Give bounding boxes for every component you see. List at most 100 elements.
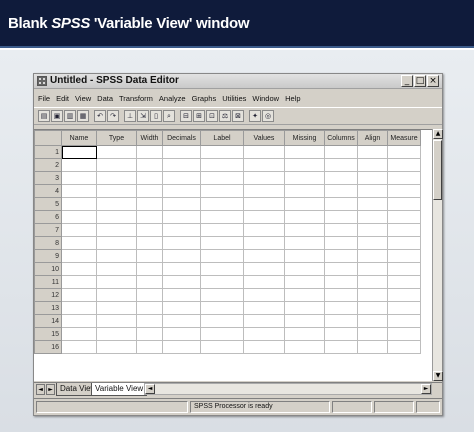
grid-cell[interactable] bbox=[200, 288, 244, 302]
grid-cell[interactable] bbox=[324, 340, 358, 354]
grid-cell[interactable] bbox=[61, 223, 97, 237]
grid-cell[interactable] bbox=[162, 184, 201, 198]
variables-icon[interactable]: ▯ bbox=[150, 110, 162, 122]
grid-cell[interactable] bbox=[61, 314, 97, 328]
grid-cell[interactable] bbox=[61, 236, 97, 250]
grid-cell[interactable] bbox=[162, 314, 201, 328]
column-header-columns[interactable]: Columns bbox=[324, 130, 358, 146]
grid-cell[interactable] bbox=[243, 210, 285, 224]
row-number[interactable]: 12 bbox=[34, 288, 62, 302]
grid-cell[interactable] bbox=[96, 249, 137, 263]
grid-cell[interactable] bbox=[136, 327, 163, 341]
grid-cell[interactable] bbox=[357, 171, 388, 185]
row-number[interactable]: 14 bbox=[34, 314, 62, 328]
insert-case-icon[interactable]: ⊟ bbox=[180, 110, 192, 122]
vertical-scroll-thumb[interactable] bbox=[433, 140, 442, 200]
menu-data[interactable]: Data bbox=[97, 94, 113, 103]
grid-cell[interactable] bbox=[136, 288, 163, 302]
grid-cell[interactable] bbox=[324, 223, 358, 237]
grid-cell[interactable] bbox=[284, 210, 325, 224]
row-number[interactable]: 8 bbox=[34, 236, 62, 250]
column-header-label[interactable]: Label bbox=[200, 130, 244, 146]
grid-cell[interactable] bbox=[284, 327, 325, 341]
grid-cell[interactable] bbox=[243, 327, 285, 341]
insert-variable-icon[interactable]: ⊞ bbox=[193, 110, 205, 122]
tab-prev-icon[interactable]: ◄ bbox=[36, 384, 45, 395]
grid-cell[interactable] bbox=[243, 184, 285, 198]
grid-cell[interactable] bbox=[243, 171, 285, 185]
grid-cell[interactable] bbox=[200, 171, 244, 185]
undo-icon[interactable]: ↶ bbox=[94, 110, 106, 122]
grid-cell[interactable] bbox=[357, 288, 388, 302]
grid-cell[interactable] bbox=[96, 145, 137, 159]
grid-cell[interactable] bbox=[284, 301, 325, 315]
grid-cell[interactable] bbox=[243, 314, 285, 328]
grid-cell[interactable] bbox=[324, 327, 358, 341]
goto-chart-icon[interactable]: ⊥ bbox=[124, 110, 136, 122]
grid-cell[interactable] bbox=[162, 301, 201, 315]
grid-cell[interactable] bbox=[357, 275, 388, 289]
grid-cell[interactable] bbox=[324, 197, 358, 211]
grid-cell[interactable] bbox=[96, 210, 137, 224]
grid-cell[interactable] bbox=[96, 236, 137, 250]
grid-cell[interactable] bbox=[61, 158, 97, 172]
column-header-align[interactable]: Align bbox=[357, 130, 388, 146]
grid-cell[interactable] bbox=[243, 288, 285, 302]
grid-cell[interactable] bbox=[357, 314, 388, 328]
grid-cell[interactable] bbox=[357, 184, 388, 198]
grid-cell[interactable] bbox=[324, 262, 358, 276]
grid-cell[interactable] bbox=[96, 314, 137, 328]
row-number[interactable]: 10 bbox=[34, 262, 62, 276]
grid-cell[interactable] bbox=[162, 236, 201, 250]
grid-cell[interactable] bbox=[136, 223, 163, 237]
grid-cell[interactable] bbox=[387, 314, 421, 328]
grid-cell[interactable] bbox=[162, 340, 201, 354]
grid-cell[interactable] bbox=[324, 314, 358, 328]
grid-cell[interactable] bbox=[324, 171, 358, 185]
goto-case-icon[interactable]: ⇲ bbox=[137, 110, 149, 122]
column-header-name[interactable]: Name bbox=[61, 130, 97, 146]
grid-cell[interactable] bbox=[387, 158, 421, 172]
grid-cell[interactable] bbox=[387, 301, 421, 315]
grid-cell[interactable] bbox=[61, 301, 97, 315]
grid-cell[interactable] bbox=[136, 275, 163, 289]
grid-cell[interactable] bbox=[136, 184, 163, 198]
select-cases-icon[interactable]: ⊠ bbox=[232, 110, 244, 122]
grid-corner[interactable] bbox=[34, 130, 62, 146]
grid-cell[interactable] bbox=[324, 158, 358, 172]
grid-cell[interactable] bbox=[136, 262, 163, 276]
grid-cell[interactable] bbox=[162, 275, 201, 289]
menu-utilities[interactable]: Utilities bbox=[222, 94, 246, 103]
grid-cell[interactable] bbox=[136, 171, 163, 185]
grid-cell[interactable] bbox=[162, 210, 201, 224]
grid-cell[interactable] bbox=[136, 340, 163, 354]
grid-cell[interactable] bbox=[136, 236, 163, 250]
scroll-right-arrow-icon[interactable]: ► bbox=[421, 384, 431, 394]
grid-cell[interactable] bbox=[284, 184, 325, 198]
grid-cell[interactable] bbox=[136, 210, 163, 224]
split-file-icon[interactable]: ⊡ bbox=[206, 110, 218, 122]
grid-cell[interactable] bbox=[387, 275, 421, 289]
grid-cell[interactable] bbox=[357, 301, 388, 315]
row-number[interactable]: 11 bbox=[34, 275, 62, 289]
grid-cell[interactable] bbox=[136, 301, 163, 315]
menu-edit[interactable]: Edit bbox=[56, 94, 69, 103]
grid-cell[interactable] bbox=[324, 236, 358, 250]
grid-cell[interactable] bbox=[324, 210, 358, 224]
grid-cell[interactable] bbox=[96, 223, 137, 237]
grid-cell[interactable] bbox=[284, 236, 325, 250]
grid-cell[interactable] bbox=[357, 249, 388, 263]
grid-cell[interactable] bbox=[284, 314, 325, 328]
grid-cell[interactable] bbox=[162, 288, 201, 302]
grid-cell[interactable] bbox=[324, 301, 358, 315]
grid-cell[interactable] bbox=[61, 340, 97, 354]
print-icon[interactable]: ▥ bbox=[64, 110, 76, 122]
grid-cell[interactable] bbox=[96, 327, 137, 341]
grid-cell[interactable] bbox=[357, 236, 388, 250]
grid-cell[interactable] bbox=[357, 210, 388, 224]
grid-cell[interactable] bbox=[387, 184, 421, 198]
grid-cell[interactable] bbox=[96, 262, 137, 276]
grid-cell[interactable] bbox=[387, 223, 421, 237]
grid-cell[interactable] bbox=[200, 301, 244, 315]
horizontal-scrollbar[interactable]: ◄ ► bbox=[144, 383, 432, 395]
